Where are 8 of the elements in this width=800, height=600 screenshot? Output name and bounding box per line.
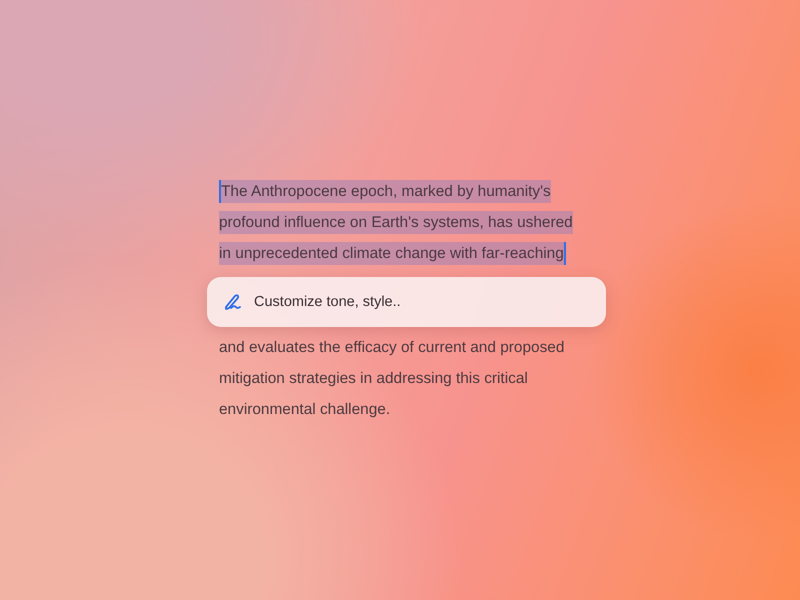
paragraph-line: environmental challenge. [219,400,390,420]
text-cursor [564,242,566,265]
prompt-field[interactable]: Customize tone, style.. [254,294,591,310]
pen-icon [222,292,242,312]
prompt-box[interactable]: Customize tone, style.. [207,277,606,327]
paragraph-line: and evaluates the efficacy of current and proposed [219,338,564,358]
text-cursor [219,180,221,203]
paragraph-line: mitigation strategies in addressing this critical [219,369,528,389]
